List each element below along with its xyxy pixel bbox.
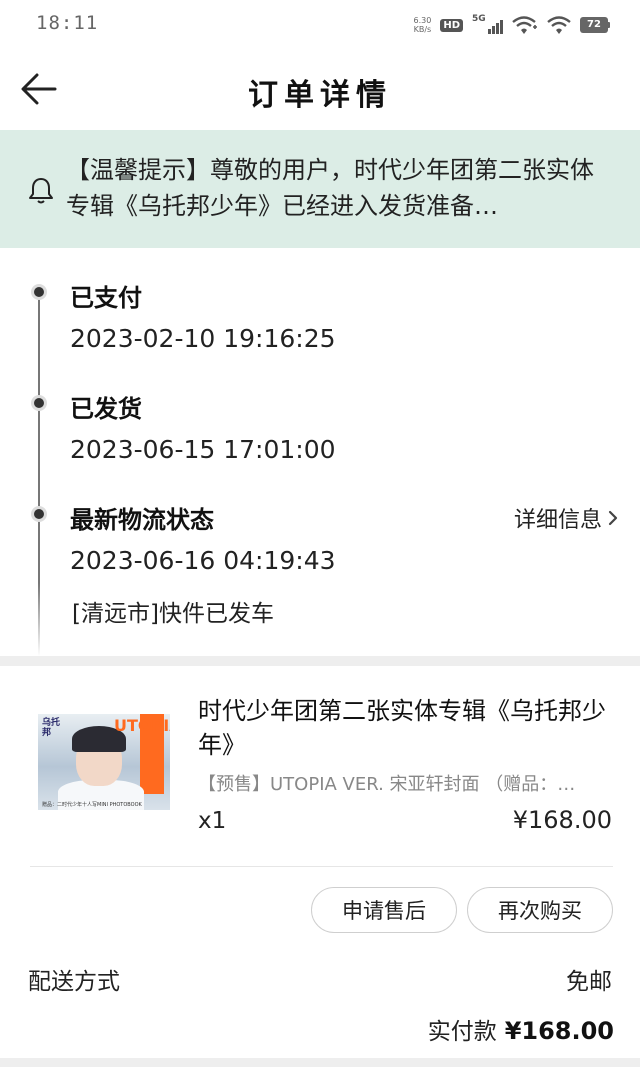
wifi-calling-icon bbox=[512, 16, 537, 34]
net-speed-value: 6.30 bbox=[413, 16, 432, 25]
chevron-right-icon bbox=[608, 510, 618, 526]
timeline-time-shipped: 2023-06-15 17:01:00 bbox=[70, 435, 336, 464]
hd-icon: HD bbox=[440, 18, 463, 32]
cover-caption-text: 赠品：二时代少年十人写MINI PHOTOBOOK bbox=[42, 802, 142, 808]
battery-icon: 72 bbox=[580, 17, 610, 33]
timeline-title-paid: 已支付 bbox=[70, 284, 142, 312]
timeline-logistics-desc: [清远市]快件已发车 bbox=[72, 601, 274, 627]
divider-line bbox=[30, 866, 613, 867]
signal-5g-icon: 5G bbox=[472, 14, 503, 34]
detail-info-label: 详细信息 bbox=[513, 508, 602, 533]
timeline-title-shipped: 已发货 bbox=[70, 395, 142, 423]
product-card[interactable]: UTOPIA 乌托邦 赠品：二时代少年十人写MINI PHOTOBOOK 时代少… bbox=[0, 666, 640, 866]
detail-info-link[interactable]: 详细信息 bbox=[514, 502, 618, 534]
cover-brand-text: UTOPIA bbox=[114, 716, 170, 735]
status-bar: 18:11 6.30 KB/s HD 5G 72 bbox=[0, 0, 640, 48]
timeline-time-latest: 2023-06-16 04:19:43 bbox=[70, 546, 336, 575]
product-image[interactable]: UTOPIA 乌托邦 赠品：二时代少年十人写MINI PHOTOBOOK bbox=[38, 714, 170, 810]
status-icons: 6.30 KB/s HD 5G 72 bbox=[414, 12, 610, 38]
after-sale-button[interactable]: 申请售后 bbox=[311, 887, 457, 933]
paid-amount-value: ¥168.00 bbox=[504, 1017, 614, 1045]
timeline-dot bbox=[31, 284, 47, 300]
bell-icon bbox=[29, 178, 53, 204]
nav-bar: 订单详情 bbox=[0, 48, 640, 130]
product-name: 时代少年团第二张实体专辑《乌托邦少年》 bbox=[198, 697, 606, 759]
cover-title-text: 乌托邦 bbox=[42, 718, 61, 738]
shipping-method-value: 免邮 bbox=[566, 969, 612, 995]
bottom-divider bbox=[0, 1058, 640, 1067]
wifi-icon bbox=[547, 16, 571, 34]
paid-amount-row: 实付款 ¥168.00 bbox=[428, 1012, 614, 1046]
paid-amount-label: 实付款 bbox=[427, 1019, 497, 1045]
battery-level: 72 bbox=[580, 17, 608, 33]
network-label: 5G bbox=[472, 14, 486, 24]
net-speed: 6.30 KB/s bbox=[414, 16, 432, 34]
product-quantity: x1 bbox=[198, 808, 227, 834]
timeline-dot bbox=[31, 395, 47, 411]
product-price: ¥168.00 bbox=[512, 806, 612, 834]
section-divider bbox=[0, 656, 640, 666]
timeline-line bbox=[38, 292, 40, 656]
status-time: 18:11 bbox=[36, 12, 99, 34]
shipping-method-label: 配送方式 bbox=[28, 969, 120, 995]
product-spec: 【预售】UTOPIA VER. 宋亚轩封面 （赠品：… bbox=[198, 774, 576, 795]
timeline-time-paid: 2023-02-10 19:16:25 bbox=[70, 324, 336, 353]
timeline-dot bbox=[31, 506, 47, 522]
timeline-title-latest: 最新物流状态 bbox=[70, 506, 214, 534]
net-speed-unit: KB/s bbox=[413, 25, 432, 34]
page-title: 订单详情 bbox=[248, 78, 392, 113]
order-timeline: 已支付 2023-02-10 19:16:25 已发货 2023-06-15 1… bbox=[0, 248, 640, 656]
rebuy-button[interactable]: 再次购买 bbox=[467, 887, 613, 933]
notice-banner[interactable]: 【温馨提示】尊敬的用户，时代少年团第二张实体专辑《乌托邦少年》已经进入发货准备… bbox=[0, 130, 640, 248]
notice-text: 【温馨提示】尊敬的用户，时代少年团第二张实体专辑《乌托邦少年》已经进入发货准备… bbox=[66, 156, 594, 220]
